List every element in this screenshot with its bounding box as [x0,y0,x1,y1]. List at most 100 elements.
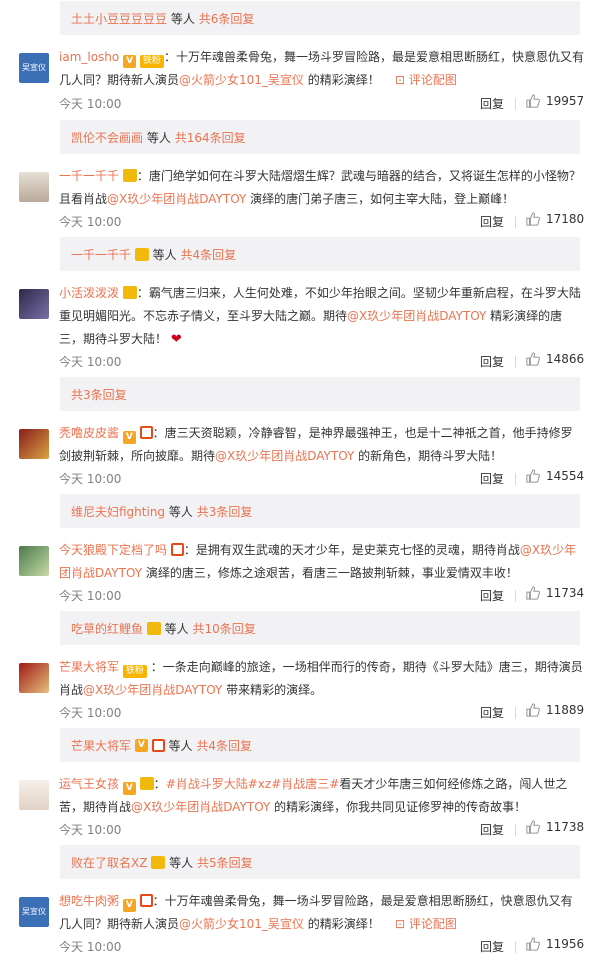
avatar[interactable] [19,663,49,693]
reply-bar-count[interactable]: 共4条回复 [181,246,237,263]
comment-author[interactable]: 想吃牛肉粥 [59,894,119,908]
reply-summary-bar[interactable]: 芒果大将军 V 等人 共4条回复 [60,728,580,762]
avatar-logo-text: 吴宣仪 [22,63,46,72]
reply-summary-bar[interactable]: 吃草的红鲤鱼 等人 共10条回复 [60,611,580,645]
reply-bar-user[interactable]: 败在了取名XZ [71,854,147,871]
thumbs-up-icon [526,352,540,366]
comment-pic-link[interactable]: 评论配图 [409,917,457,931]
image-icon[interactable]: ⊡ [395,917,405,931]
comment-author[interactable]: iam_losho [59,50,119,64]
image-icon[interactable]: ⊡ [395,73,405,87]
reply-bar-mid: 等人 [169,855,194,870]
comment-body-tail: 的新角色，期待斗罗大陆！ [354,449,503,463]
reply-bar-user[interactable]: 凯伦不会画画 [71,129,143,146]
comment-text: 运气王女孩 V ：#肖战斗罗大陆#xz#肖战唐三#看天才少年唐三如何经修炼之路，… [59,773,584,819]
like-count: 19957 [546,94,585,108]
reply-button[interactable]: 回复 [480,821,504,838]
comment-author[interactable]: 小活泼泼泼 [59,286,119,300]
comment-author[interactable]: 运气王女孩 [59,777,119,791]
avatar-logo-text: 吴宣仪 [22,907,46,916]
reply-bar-user[interactable]: 维尼夫妇fighting [71,503,165,520]
avatar[interactable]: 吴宣仪 [19,53,49,83]
comment-feed: 土土小豆豆豆豆豆 等人 共6条回复 吴宣仪 iam_losho V 铁粉 ：十万年… [0,0,602,957]
comment-meta: 今天 10:00 回复 11889 [59,703,584,724]
reply-button[interactable]: 回复 [480,95,504,112]
reply-bar-count[interactable]: 共6条回复 [199,10,255,27]
mention-link[interactable]: @火箭少女101_吴宣仪 [179,917,304,931]
reply-button[interactable]: 回复 [480,938,504,955]
comment-body-tail: 演绎的唐三，修炼之途艰苦，看唐三一路披荆斩棘，事业爱情双丰收！ [142,566,518,580]
reply-summary-bar[interactable]: 共3条回复 [60,377,580,411]
like-button[interactable]: 14866 [526,352,584,366]
hashtag-links[interactable]: #肖战斗罗大陆#xz#肖战唐三# [166,777,340,791]
mention-link[interactable]: @X玖少年团肖战DAYTOY [215,449,354,463]
reply-button[interactable]: 回复 [480,353,504,370]
reply-bar-mid: 等人 [168,504,193,519]
comment-text: 今天狼殿下定档了吗 ：是拥有双生武魂的天才少年，是史莱克七怪的灵魂，期待肖战@X… [59,539,584,585]
reply-summary-bar[interactable]: 凯伦不会画画 等人 共164条回复 [60,120,580,154]
mention-link[interactable]: @X玖少年团肖战DAYTOY [83,683,222,697]
meta-divider [515,941,516,953]
reply-bar-count[interactable]: 共10条回复 [193,620,256,637]
comment-meta: 今天 10:00 回复 14554 [59,469,584,490]
reply-bar-count[interactable]: 共4条回复 [196,737,252,754]
crown-icon [122,286,137,299]
reply-bar-user[interactable]: 土土小豆豆豆豆豆 [71,10,167,27]
like-button[interactable]: 14554 [526,469,584,483]
reply-bar-mid: 等人 [152,247,177,262]
avatar[interactable] [19,780,49,810]
like-count: 11734 [546,586,585,600]
comment-body-tail: 的精彩演绎！ [303,73,380,87]
avatar[interactable] [19,289,49,319]
reply-bar-user[interactable]: 芒果大将军 [71,737,131,754]
comment-body-tail: 带来精彩的演绎。 [222,683,323,697]
like-count: 11956 [546,937,585,951]
reply-summary-bar[interactable]: 土土小豆豆豆豆豆 等人 共6条回复 [60,1,580,35]
mention-link[interactable]: @X玖少年团肖战DAYTOY [347,309,486,323]
comment-author[interactable]: 芒果大将军 [59,660,119,674]
like-button[interactable]: 17180 [526,212,584,226]
like-button[interactable]: 11956 [526,937,584,951]
avatar[interactable] [19,172,49,202]
reply-bar-count[interactable]: 共3条回复 [197,503,253,520]
hourglass-icon [139,426,153,439]
like-button[interactable]: 11889 [526,703,584,717]
comment-body-tail: 演绎的唐门弟子唐三，如何主宰大陆，登上巅峰！ [246,192,515,206]
like-button[interactable]: 11734 [526,586,584,600]
reply-button[interactable]: 回复 [480,587,504,604]
verified-v-icon: V [122,431,136,444]
reply-bar-count[interactable]: 共164条回复 [175,129,246,146]
mention-link[interactable]: @X玖少年团肖战DAYTOY [131,800,270,814]
reply-bar-count[interactable]: 共3条回复 [71,386,127,403]
thumbs-up-icon [526,703,540,717]
reply-button[interactable]: 回复 [480,213,504,230]
reply-button[interactable]: 回复 [480,470,504,487]
verified-v-icon: V [123,55,137,68]
meta-divider [515,707,516,719]
reply-bar-count[interactable]: 共5条回复 [197,854,253,871]
reply-summary-bar[interactable]: 一千一千千 等人 共4条回复 [60,237,580,271]
like-count: 11889 [546,703,585,717]
reply-bar-user[interactable]: 吃草的红鲤鱼 [71,620,143,637]
like-button[interactable]: 11738 [526,820,584,834]
verified-v-icon: V [122,899,136,912]
reply-button[interactable]: 回复 [480,704,504,721]
mention-link[interactable]: @X玖少年团肖战DAYTOY [107,192,246,206]
comment-meta: 今天 10:00 回复 11956 [59,937,584,957]
like-button[interactable]: 19957 [526,94,584,108]
reply-summary-bar[interactable]: 维尼夫妇fighting 等人 共3条回复 [60,494,580,528]
avatar[interactable] [19,546,49,576]
comment-author[interactable]: 一千一千千 [59,169,119,183]
comment-body: ： [153,777,166,791]
hourglass-icon [139,894,153,907]
crown-icon [151,855,166,869]
mention-link[interactable]: @火箭少女101_吴宣仪 [179,73,304,87]
comment-pic-link[interactable]: 评论配图 [409,73,457,87]
reply-summary-bar[interactable]: 败在了取名XZ 等人 共5条回复 [60,845,580,879]
comment-author[interactable]: 今天狼殿下定档了吗 [59,543,167,557]
avatar[interactable] [19,429,49,459]
avatar[interactable]: 吴宣仪 [19,897,49,927]
fan-badge-label: 铁粉 [125,666,144,676]
comment-author[interactable]: 秃噜皮皮酱 [59,426,119,440]
reply-bar-user[interactable]: 一千一千千 [71,246,131,263]
